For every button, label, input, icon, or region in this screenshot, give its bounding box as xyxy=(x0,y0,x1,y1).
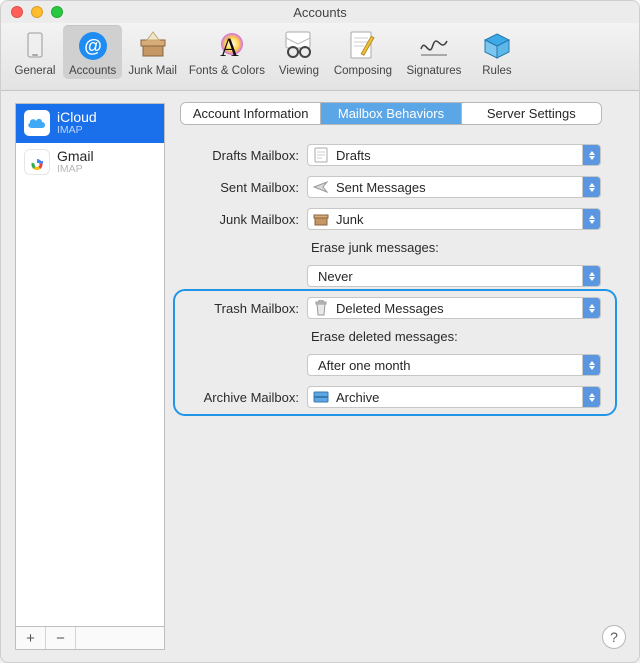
toolbar-viewing[interactable]: Viewing xyxy=(271,25,327,79)
gmail-icon xyxy=(24,149,50,175)
chevron-updown-icon xyxy=(582,266,600,286)
body: iCloud IMAP Gmail IMAP + − xyxy=(1,91,639,662)
tab-server-settings[interactable]: Server Settings xyxy=(462,103,601,124)
composing-icon xyxy=(346,29,380,63)
titlebar: Accounts xyxy=(1,1,639,23)
tab-bar: Account Information Mailbox Behaviors Se… xyxy=(181,103,601,124)
account-text: Gmail IMAP xyxy=(57,149,94,176)
box-icon xyxy=(312,210,330,228)
toolbar-rules[interactable]: Rules xyxy=(469,25,525,79)
svg-text:@: @ xyxy=(84,36,102,56)
erase-deleted-value: After one month xyxy=(318,358,582,373)
minimize-button[interactable] xyxy=(31,6,43,18)
window-controls xyxy=(1,6,63,18)
erase-junk-label: Erase junk messages: xyxy=(307,240,601,255)
account-protocol: IMAP xyxy=(57,125,97,137)
toolbar-junk[interactable]: Junk Mail xyxy=(122,25,183,79)
chevron-updown-icon xyxy=(582,387,600,407)
remove-account-button[interactable]: − xyxy=(46,627,76,649)
toolbar-label: Composing xyxy=(334,65,392,77)
chevron-updown-icon xyxy=(582,298,600,318)
toolbar-label: General xyxy=(15,65,56,77)
junk-label: Junk Mailbox: xyxy=(181,212,299,227)
account-name: iCloud xyxy=(57,110,97,125)
chevron-updown-icon xyxy=(582,355,600,375)
toolbar-fonts[interactable]: A Fonts & Colors xyxy=(183,25,271,79)
main-pane: Account Information Mailbox Behaviors Se… xyxy=(181,103,625,650)
tray-icon xyxy=(312,388,330,406)
erase-deleted-label: Erase deleted messages: xyxy=(307,329,601,344)
toolbar-label: Rules xyxy=(482,65,511,77)
archive-value: Archive xyxy=(336,390,582,405)
accounts-list: iCloud IMAP Gmail IMAP xyxy=(15,103,165,626)
preferences-toolbar: General @ Accounts Junk Mail A Fonts & C… xyxy=(1,23,639,91)
preferences-window: Accounts General @ Accounts Junk Mail xyxy=(0,0,640,663)
chevron-updown-icon xyxy=(582,145,600,165)
sent-popup[interactable]: Sent Messages xyxy=(307,176,601,198)
fonts-colors-icon: A xyxy=(210,29,244,63)
junk-value: Junk xyxy=(336,212,582,227)
trash-icon xyxy=(312,299,330,317)
sidebar-actions: + − xyxy=(15,626,165,650)
icloud-icon xyxy=(24,110,50,136)
svg-text:A: A xyxy=(220,33,239,62)
close-button[interactable] xyxy=(11,6,23,18)
drafts-popup[interactable]: Drafts xyxy=(307,144,601,166)
mailbox-behaviors-form: Drafts Mailbox: Drafts Sent Mailbox: Sen… xyxy=(181,144,601,408)
account-row-icloud[interactable]: iCloud IMAP xyxy=(16,104,164,143)
viewing-icon xyxy=(282,29,316,63)
account-row-gmail[interactable]: Gmail IMAP xyxy=(16,143,164,182)
erase-junk-value: Never xyxy=(318,269,582,284)
zoom-button[interactable] xyxy=(51,6,63,18)
trash-value: Deleted Messages xyxy=(336,301,582,316)
toolbar-composing[interactable]: Composing xyxy=(327,25,399,79)
archive-popup[interactable]: Archive xyxy=(307,386,601,408)
account-protocol: IMAP xyxy=(57,164,94,176)
toolbar-accounts[interactable]: @ Accounts xyxy=(63,25,122,79)
toolbar-signatures[interactable]: Signatures xyxy=(399,25,469,79)
account-text: iCloud IMAP xyxy=(57,110,97,137)
erase-deleted-popup[interactable]: After one month xyxy=(307,354,601,376)
help-button[interactable]: ? xyxy=(603,626,625,648)
chevron-updown-icon xyxy=(582,209,600,229)
archive-label: Archive Mailbox: xyxy=(181,390,299,405)
trash-label: Trash Mailbox: xyxy=(181,301,299,316)
toolbar-label: Junk Mail xyxy=(128,65,177,77)
junk-icon xyxy=(136,29,170,63)
toolbar-general[interactable]: General xyxy=(7,25,63,79)
toolbar-label: Viewing xyxy=(279,65,319,77)
drafts-label: Drafts Mailbox: xyxy=(181,148,299,163)
signatures-icon xyxy=(417,29,451,63)
toolbar-label: Fonts & Colors xyxy=(189,65,265,77)
rules-icon xyxy=(480,29,514,63)
general-icon xyxy=(18,29,52,63)
tab-account-information[interactable]: Account Information xyxy=(181,103,321,124)
drafts-value: Drafts xyxy=(336,148,582,163)
add-account-button[interactable]: + xyxy=(16,627,46,649)
tab-mailbox-behaviors[interactable]: Mailbox Behaviors xyxy=(321,103,461,124)
trash-popup[interactable]: Deleted Messages xyxy=(307,297,601,319)
chevron-updown-icon xyxy=(582,177,600,197)
accounts-sidebar: iCloud IMAP Gmail IMAP + − xyxy=(15,103,165,650)
toolbar-label: Accounts xyxy=(69,65,116,77)
doc-icon xyxy=(312,146,330,164)
erase-junk-popup[interactable]: Never xyxy=(307,265,601,287)
window-title: Accounts xyxy=(1,5,639,20)
plane-icon xyxy=(312,178,330,196)
accounts-icon: @ xyxy=(76,29,110,63)
account-name: Gmail xyxy=(57,149,94,164)
sent-label: Sent Mailbox: xyxy=(181,180,299,195)
sent-value: Sent Messages xyxy=(336,180,582,195)
toolbar-label: Signatures xyxy=(406,65,461,77)
junk-popup[interactable]: Junk xyxy=(307,208,601,230)
